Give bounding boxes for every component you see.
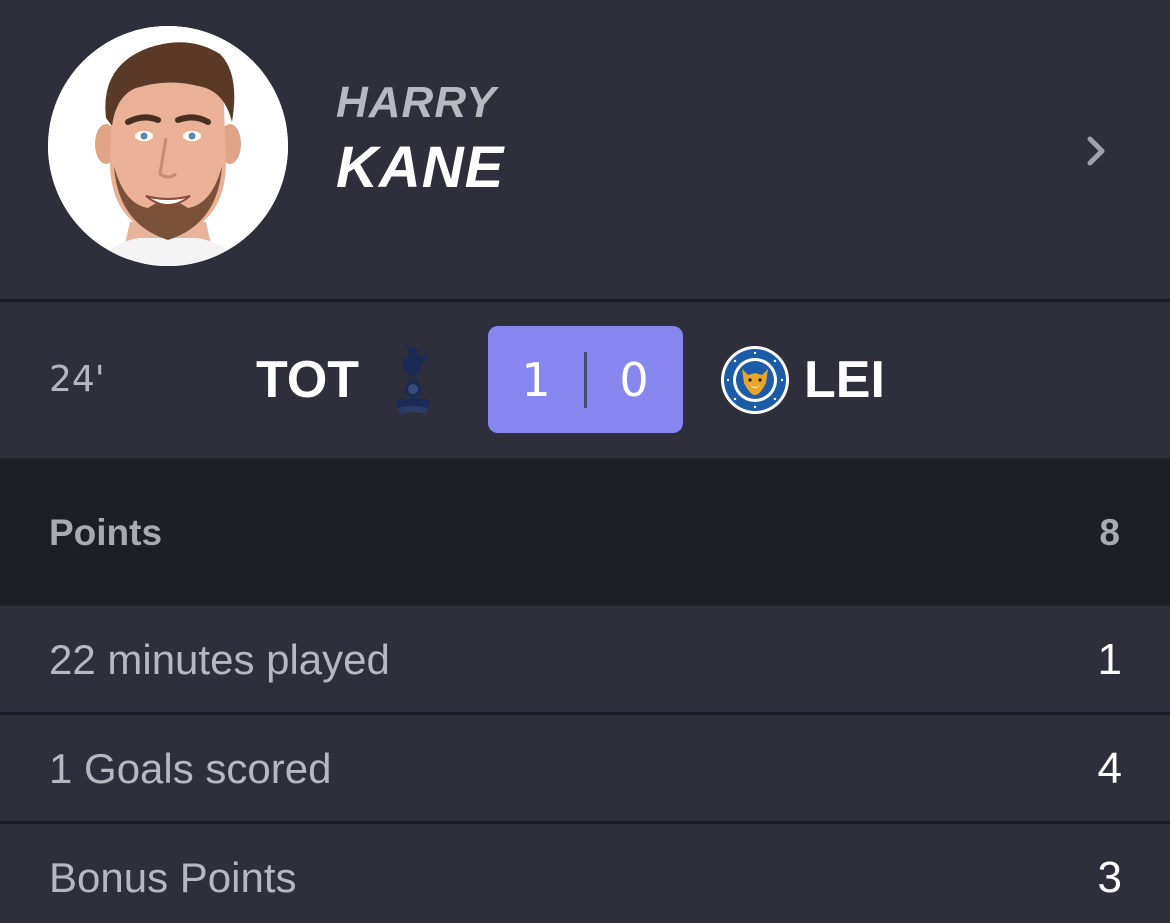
- home-score: 1: [521, 353, 551, 407]
- score-separator: [584, 352, 587, 408]
- chevron-right-icon[interactable]: [1080, 134, 1114, 168]
- leicester-crest-icon: [721, 346, 789, 414]
- home-team-name: TOT: [256, 351, 360, 409]
- scorebox: 1 0: [488, 326, 683, 433]
- match-minute: 24': [49, 359, 105, 400]
- player-avatar-icon: [48, 26, 288, 266]
- breakdown-value: 4: [1097, 744, 1122, 793]
- list-item: 1 Goals scored 4: [0, 715, 1170, 821]
- breakdown-label: Bonus Points: [49, 854, 297, 901]
- breakdown-value: 1: [1097, 635, 1122, 684]
- player-last-name: KANE: [336, 135, 505, 200]
- points-header: Points 8: [0, 458, 1170, 606]
- tottenham-crest-icon: [396, 344, 430, 414]
- player-points-screen: HARRY KANE 24' TOT 1 0 LEI Points 8 22 m…: [0, 0, 1170, 923]
- away-team-name: LEI: [804, 351, 885, 409]
- match-row: 24' TOT 1 0 LEI: [0, 302, 1170, 458]
- list-item: Bonus Points 3: [0, 824, 1170, 923]
- player-header[interactable]: HARRY KANE: [0, 0, 1170, 299]
- player-first-name: HARRY: [336, 78, 497, 127]
- breakdown-label: 22 minutes played: [49, 636, 390, 683]
- breakdown-label: 1 Goals scored: [49, 745, 332, 792]
- list-item: 22 minutes played 1: [0, 606, 1170, 712]
- points-label: Points: [49, 512, 163, 553]
- points-total: 8: [1099, 512, 1120, 553]
- away-score: 0: [619, 353, 649, 407]
- breakdown-value: 3: [1097, 853, 1122, 902]
